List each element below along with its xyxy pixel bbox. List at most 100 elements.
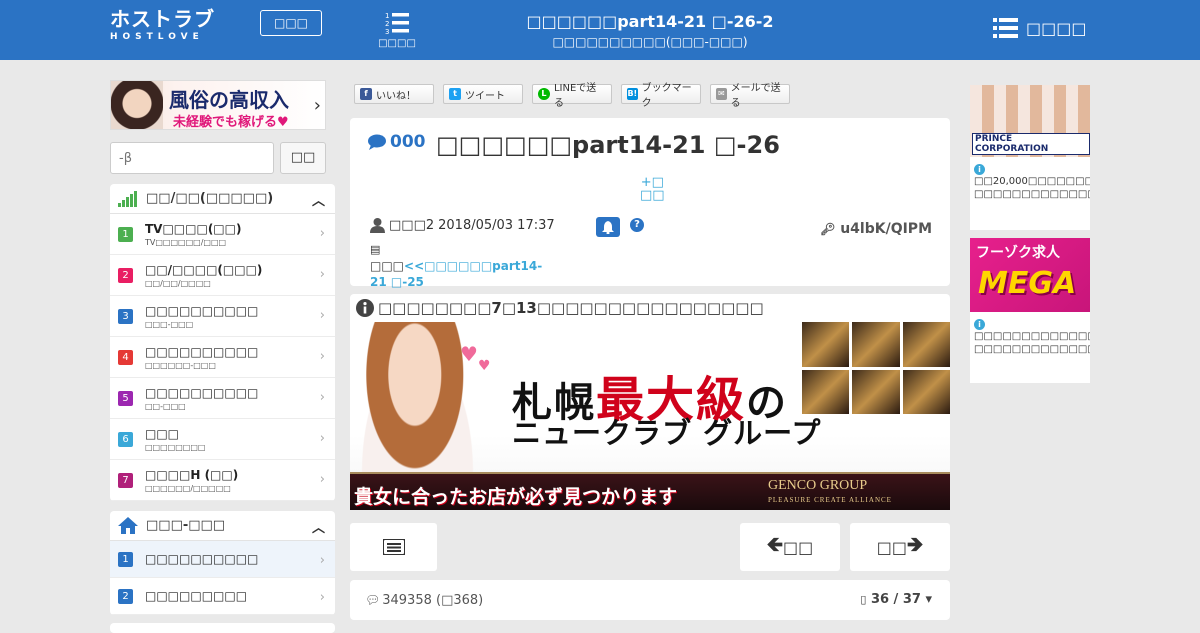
chevron-right-icon: › xyxy=(319,267,325,282)
list-item-title: □□□□□□□□□□ xyxy=(145,385,259,400)
previous-thread: ▤ □□□<<□□□□□□part14-21 □-25 xyxy=(370,241,542,290)
svg-text:2: 2 xyxy=(385,20,389,28)
sidebar-ad-banner[interactable]: 風俗の高収入 未経験でも稼げる♥ › xyxy=(110,80,326,130)
hatena-bookmark-button[interactable]: B! ブックマーク xyxy=(621,83,701,109)
banner-subheadline: ニュークラブ グループ xyxy=(512,416,822,450)
facebook-icon: f xyxy=(360,88,372,100)
document-icon: ▤ xyxy=(370,243,381,256)
tweet-button[interactable]: t ツイート xyxy=(443,84,523,104)
previous-thread-label: □□□ xyxy=(370,259,405,273)
rank-number-badge: 5 xyxy=(118,390,133,406)
menu-button[interactable]: □□□□ xyxy=(993,18,1086,38)
list-item-text: □□□□□□□□□□ □□□□□□-□□□ xyxy=(145,345,258,370)
search-input[interactable] xyxy=(110,142,274,174)
thread-meta: □□□2 2018/05/03 17:37 xyxy=(370,218,555,233)
header-subtitle: □□□□□□□□□□(□□□-□□□) xyxy=(552,35,748,49)
banner-tagline: 貴女に合ったお店が必ず見つかります xyxy=(354,486,678,508)
rank-number-badge: 1 xyxy=(118,226,133,242)
list-item-title: □□□□□□□□□□ xyxy=(145,303,259,318)
logo-sub-text: HOSTLOVE xyxy=(110,32,204,42)
main-content: f いいね！ t ツイート L LINEで送る B! ブックマーク ✉ メールで… xyxy=(350,80,950,620)
next-page-button[interactable]: □□ 🡺 xyxy=(850,523,950,571)
chevron-right-icon: › xyxy=(319,226,325,241)
mail-label: メールで送る xyxy=(730,83,781,109)
chevron-right-icon: › xyxy=(319,349,325,364)
social-share-bar: f いいね！ t ツイート L LINEで送る B! ブックマーク ✉ メールで… xyxy=(354,83,950,109)
comment-count[interactable]: 000 xyxy=(368,132,426,152)
sidebar-list-item[interactable]: 2 □□/□□□□(□□□) □□/□□/□□□□ › xyxy=(110,255,335,296)
sidebar-list-item[interactable]: 7 □□□□H (□□) □□□□□□/□□□□□ › xyxy=(110,460,335,501)
author-id-value: u4lbK/QIPM xyxy=(840,221,932,237)
list-item-title: □□□□□□□□□ xyxy=(145,589,248,603)
notification-bell-button[interactable] xyxy=(596,217,620,237)
next-panel-edge xyxy=(110,623,335,633)
thread-stats: 💬︎ 349358 (□368) ▯ 36 / 37 ▾ xyxy=(350,580,950,620)
line-icon: L xyxy=(538,88,550,100)
search-bar: □□ xyxy=(110,142,335,174)
sidebar-list-item[interactable]: 1 TV□□□□(□□) TV□□□□□□/□□□ › xyxy=(110,214,335,255)
list-item-text: □□□□□□□□□□ □□-□□□ xyxy=(145,386,258,411)
chevron-right-icon: › xyxy=(319,308,325,323)
current-page: 36 xyxy=(870,592,890,607)
page-icon: ▯ xyxy=(860,593,867,606)
rank-number-badge: 3 xyxy=(118,308,133,324)
list-item-title: □□□ xyxy=(145,426,180,441)
list-item-subtitle: □□□-□□□ xyxy=(145,319,194,329)
thread-nav: 🡸 □□ □□ 🡺 xyxy=(350,523,950,571)
bookmark-label: ブックマーク xyxy=(641,83,692,109)
rank-number-badge: 4 xyxy=(118,349,133,365)
number-nav-button[interactable]: 1 2 3 □□□□ xyxy=(378,10,416,49)
rank-number-badge: 2 xyxy=(118,588,133,604)
hatena-icon: B! xyxy=(627,88,638,100)
mail-share-button[interactable]: ✉ メールで送る xyxy=(710,83,790,109)
list-item-subtitle: □□□□□□/□□□□□ xyxy=(145,483,231,493)
response-count: (□368) xyxy=(436,592,484,608)
list-item-subtitle: □□□□□□-□□□ xyxy=(145,360,216,370)
author-label: □□□2 xyxy=(389,218,435,233)
mega-brand-line1: フーゾク求人 xyxy=(976,245,1060,261)
fuzoku-mega-ad[interactable]: フーゾク求人 MEGA i□□□□□□□□□□□□□!□□□□□□□□□□□□□… xyxy=(970,238,1090,383)
prince-ad-text-block: i□□20,000□□□□□□□□□□□□□□□□□□□□□□!□□□□□□□□… xyxy=(970,157,1090,206)
rank-number-badge: 2 xyxy=(118,267,133,283)
thread-list-button[interactable] xyxy=(350,523,437,571)
prince-ad-text: □□20,000□□□□□□□□□□□□□□□□□□□□□□!□□□□□□□□□… xyxy=(974,176,1090,200)
caret-down-icon: ▾ xyxy=(925,592,932,607)
list-menu-icon xyxy=(993,18,1018,38)
prev-page-button[interactable]: 🡸 □□ xyxy=(740,523,840,571)
sidebar-list-item[interactable]: 1 □□□□□□□□□□ › xyxy=(110,541,335,578)
facebook-like-button[interactable]: f いいね！ xyxy=(354,84,434,104)
chevron-up-icon[interactable]: ︿ xyxy=(312,190,325,209)
numbered-list-icon: 1 2 3 xyxy=(385,12,409,36)
prince-corporation-ad[interactable]: PRINCE CORPORATION i□□20,000□□□□□□□ □□□□□… xyxy=(970,85,1090,230)
mega-ad-text-block: i□□□□□□□□□□□□□!□□□□□□□□□□□□□□□□□□□□□□□□□ xyxy=(970,312,1090,361)
like-label: いいね！ xyxy=(376,90,416,102)
line-share-button[interactable]: L LINEで送る xyxy=(532,83,612,109)
chevron-right-icon: › xyxy=(319,390,325,405)
genco-ad-banner[interactable]: ♥ ♥ 札幌最大級の ニュークラブ グループ 貴女に合ったお店が必ず見つかります… xyxy=(350,322,950,510)
mega-ad-image: フーゾク求人 MEGA xyxy=(970,238,1090,312)
favorite-add-button[interactable]: +□ □□ xyxy=(640,176,665,202)
user-icon xyxy=(370,218,385,233)
comment-count-value: 000 xyxy=(390,132,426,152)
sidebar-list-item[interactable]: 5 □□□□□□□□□□ □□-□□□ › xyxy=(110,378,335,419)
area-panel-header[interactable]: □□□-□□□ ︿ xyxy=(110,511,335,541)
heart-icon: ♥ xyxy=(478,358,491,374)
sidebar-list-item[interactable]: 4 □□□□□□□□□□ □□□□□□-□□□ › xyxy=(110,337,335,378)
search-button[interactable]: □□ xyxy=(280,142,326,174)
list-item-text: □□□ □□□□□□□□ xyxy=(145,427,205,452)
area-select-button[interactable]: □□□ xyxy=(260,10,322,36)
site-logo[interactable]: ホストラブ HOSTLOVE xyxy=(110,8,250,42)
sidebar-list-item[interactable]: 3 □□□□□□□□□□ □□□-□□□ › xyxy=(110,296,335,337)
sidebar-list-item[interactable]: 6 □□□ □□□□□□□□ › xyxy=(110,419,335,460)
ranking-panel-header[interactable]: □□/□□(□□□□□) ︿ xyxy=(110,184,335,214)
chevron-up-icon[interactable]: ︿ xyxy=(312,517,325,536)
prince-ad-image: PRINCE CORPORATION xyxy=(970,85,1090,157)
notice-bar[interactable]: □□□□□□□□7□13□□□□□□□□□□□□□□□□ xyxy=(350,294,950,322)
genco-logo: GENCO GROUP PLEASURE CREATE ALLIANCE xyxy=(768,479,892,507)
sidebar-list-item[interactable]: 2 □□□□□□□□□ › xyxy=(110,578,335,615)
page-indicator[interactable]: ▯ 36 / 37 ▾ xyxy=(860,592,932,607)
key-icon: 🔑︎ xyxy=(820,222,836,236)
help-question-icon[interactable]: ? xyxy=(630,218,644,232)
club-interior-photos xyxy=(802,322,950,414)
list-item-subtitle: □□□□□□□□ xyxy=(145,442,206,452)
